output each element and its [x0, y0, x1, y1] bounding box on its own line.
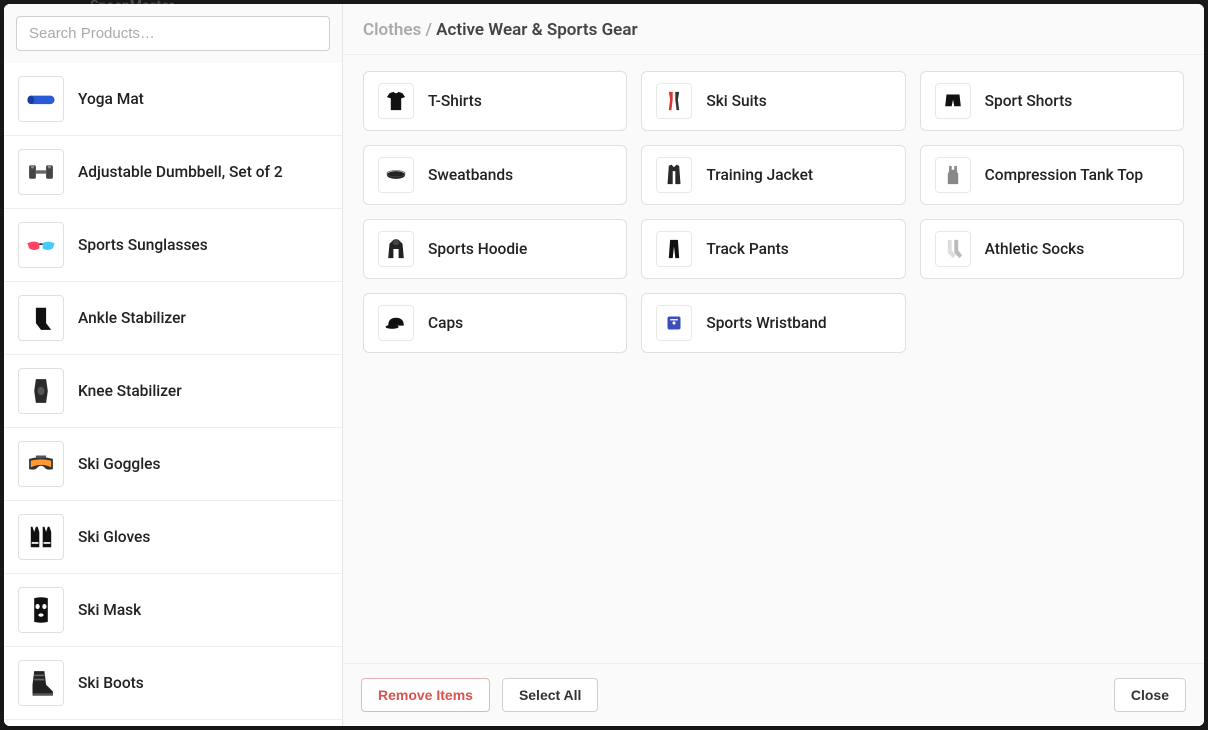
product-card-label: Ski Suits	[706, 92, 766, 110]
product-card-label: Training Jacket	[706, 166, 813, 184]
main-panel: Clothes / Active Wear & Sports Gear T-Sh…	[343, 4, 1204, 726]
sidebar-item[interactable]: Adjustable Dumbbell, Set of 2	[4, 136, 342, 209]
ankle-brace-icon	[18, 295, 64, 341]
product-card[interactable]: Track Pants	[641, 219, 905, 279]
sidebar-item[interactable]: Ski Boots	[4, 647, 342, 720]
product-card[interactable]: Sports Wristband	[641, 293, 905, 353]
product-card[interactable]: Sweatbands	[363, 145, 627, 205]
product-picker-modal: Yoga Mat Adjustable Dumbbell, Set of 2 Spo…	[4, 4, 1204, 726]
sidebar-item-label: Sports Sunglasses	[78, 236, 208, 254]
cap-icon	[378, 305, 414, 341]
product-card-label: Sport Shorts	[985, 92, 1073, 110]
grid-wrap: T-Shirts Ski Suits Sport Shorts Sweatbands T…	[343, 55, 1204, 663]
breadcrumb: Clothes / Active Wear & Sports Gear	[343, 4, 1204, 55]
sidebar-item[interactable]: Yoga Mat	[4, 63, 342, 136]
ski-boots-icon	[18, 660, 64, 706]
sidebar-item[interactable]: Ski Goggles	[4, 428, 342, 501]
remove-items-button[interactable]: Remove Items	[361, 678, 490, 712]
jacket-icon	[656, 157, 692, 193]
sidebar-item[interactable]: Ski Gloves	[4, 501, 342, 574]
breadcrumb-current: Active Wear & Sports Gear	[436, 20, 637, 40]
product-card-label: Compression Tank Top	[985, 166, 1143, 184]
sidebar: Yoga Mat Adjustable Dumbbell, Set of 2 Spo…	[4, 4, 343, 726]
product-card[interactable]: Compression Tank Top	[920, 145, 1184, 205]
track-pants-icon	[656, 231, 692, 267]
sidebar-list[interactable]: Yoga Mat Adjustable Dumbbell, Set of 2 Spo…	[4, 63, 342, 726]
sidebar-item-label: Adjustable Dumbbell, Set of 2	[78, 163, 283, 181]
product-card[interactable]: Training Jacket	[641, 145, 905, 205]
product-card[interactable]: Sports Hoodie	[363, 219, 627, 279]
wristband-icon	[656, 305, 692, 341]
product-card-label: Sports Wristband	[706, 314, 826, 332]
tshirt-icon	[378, 83, 414, 119]
sidebar-item-label: Ski Gloves	[78, 528, 150, 546]
sunglasses-icon	[18, 222, 64, 268]
shorts-icon	[935, 83, 971, 119]
ski-mask-icon	[18, 587, 64, 633]
footer: Remove Items Select All Close	[343, 663, 1204, 726]
select-all-button[interactable]: Select All	[502, 678, 599, 712]
product-card-label: Athletic Socks	[985, 240, 1085, 258]
product-card-label: Sweatbands	[428, 166, 513, 184]
breadcrumb-parent[interactable]: Clothes /	[363, 20, 436, 40]
sidebar-item[interactable]: Ankle Stabilizer	[4, 282, 342, 355]
product-card[interactable]: Ski Suits	[641, 71, 905, 131]
sidebar-item-label: Ankle Stabilizer	[78, 309, 186, 327]
sweatband-icon	[378, 157, 414, 193]
tank-top-icon	[935, 157, 971, 193]
sidebar-item[interactable]: Knee Stabilizer	[4, 355, 342, 428]
ski-gloves-icon	[18, 514, 64, 560]
sidebar-item-label: Ski Goggles	[78, 455, 160, 473]
product-card-label: Track Pants	[706, 240, 788, 258]
close-button[interactable]: Close	[1114, 678, 1186, 712]
sidebar-item-label: Ski Boots	[78, 674, 144, 692]
product-card-label: T-Shirts	[428, 92, 482, 110]
knee-brace-icon	[18, 368, 64, 414]
product-card[interactable]: Sport Shorts	[920, 71, 1184, 131]
search-input[interactable]	[16, 16, 330, 51]
product-grid: T-Shirts Ski Suits Sport Shorts Sweatbands T…	[363, 71, 1184, 353]
product-card[interactable]: Caps	[363, 293, 627, 353]
dumbbell-icon	[18, 149, 64, 195]
socks-icon	[935, 231, 971, 267]
search-wrap	[4, 4, 342, 63]
product-card[interactable]: Athletic Socks	[920, 219, 1184, 279]
product-card-label: Caps	[428, 314, 463, 332]
product-card[interactable]: T-Shirts	[363, 71, 627, 131]
ski-goggles-icon	[18, 441, 64, 487]
sidebar-item[interactable]: Sports Sunglasses	[4, 209, 342, 282]
sidebar-item-label: Ski Mask	[78, 601, 141, 619]
sidebar-item-label: Yoga Mat	[78, 90, 144, 108]
ski-suit-icon	[656, 83, 692, 119]
product-card-label: Sports Hoodie	[428, 240, 527, 258]
hoodie-icon	[378, 231, 414, 267]
sidebar-item-label: Knee Stabilizer	[78, 382, 182, 400]
sidebar-item[interactable]: Ski Mask	[4, 574, 342, 647]
yoga-mat-icon	[18, 76, 64, 122]
